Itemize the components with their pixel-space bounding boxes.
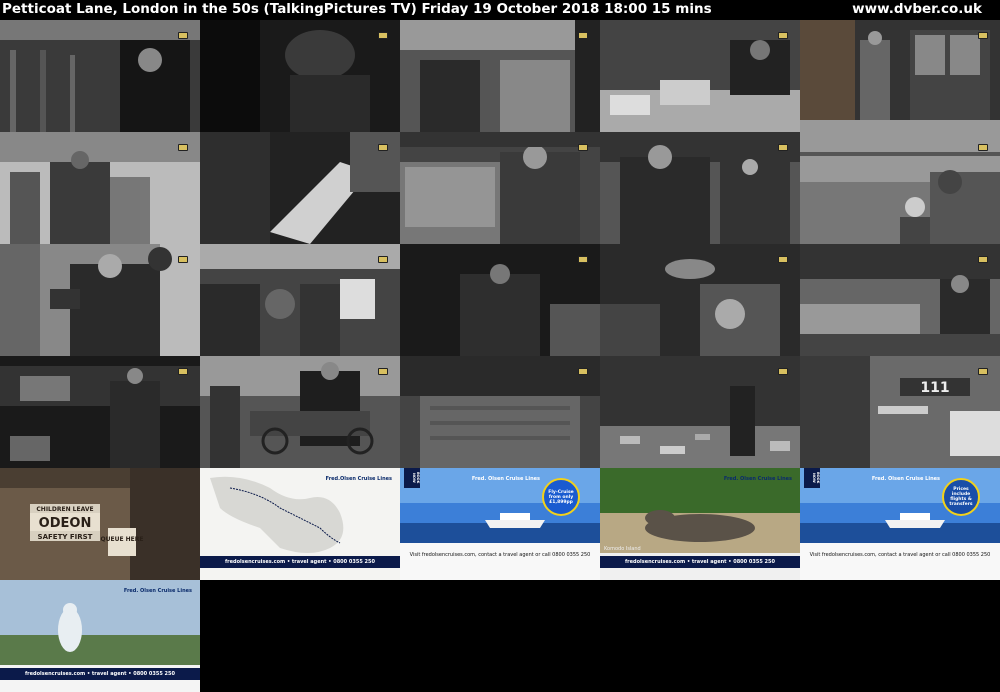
ad-thumbnail-map[interactable]: Fred.Olsen Cruise Lines fredolsencruises… bbox=[200, 468, 400, 580]
channel-logo-icon bbox=[578, 144, 588, 151]
queue-here-sign: QUEUE HERE bbox=[101, 536, 144, 543]
channel-logo-icon bbox=[178, 256, 188, 263]
thumbnail[interactable] bbox=[200, 132, 400, 244]
channel-logo-icon bbox=[978, 256, 988, 263]
ad-contact-line: Visit fredolsencruises.com, contact a tr… bbox=[809, 552, 991, 558]
ad-thumbnail-dragon[interactable]: Fred. Olsen Cruise Lines Komodo Island f… bbox=[600, 468, 800, 580]
thumbnail[interactable] bbox=[400, 20, 600, 132]
location-caption: Komodo Island bbox=[604, 546, 641, 552]
channel-logo-icon bbox=[978, 32, 988, 39]
thumbnail[interactable] bbox=[400, 132, 600, 244]
thumbnail[interactable] bbox=[800, 132, 1000, 244]
channel-logo-icon bbox=[378, 368, 388, 375]
channel-logo-icon bbox=[778, 32, 788, 39]
offer-badge: Fly-Cruise from only £1,899pp bbox=[542, 478, 580, 516]
channel-logo-icon bbox=[178, 144, 188, 151]
ad-thumbnail-ship[interactable]: BOOK NOW Fred. Olsen Cruise Lines Fly-Cr… bbox=[400, 468, 600, 580]
book-now-tag: BOOK NOW bbox=[804, 468, 820, 488]
channel-logo-icon bbox=[578, 32, 588, 39]
cruise-brand-logo: Fred. Olsen Cruise Lines bbox=[723, 476, 792, 482]
thumbnail[interactable]: 111 bbox=[800, 356, 1000, 468]
door-number-sign: 111 bbox=[920, 380, 949, 396]
thumbnail[interactable] bbox=[600, 356, 800, 468]
channel-logo-icon bbox=[178, 368, 188, 375]
cruise-brand-logo: Fred. Olsen Cruise Lines bbox=[871, 476, 940, 482]
offer-badge: Prices include flights & transfers bbox=[942, 478, 980, 516]
cruise-brand-logo: Fred. Olsen Cruise Lines bbox=[123, 588, 192, 594]
ad-contact-banner: fredolsencruises.com • travel agent • 08… bbox=[200, 556, 400, 568]
thumbnail[interactable] bbox=[600, 20, 800, 132]
channel-logo-icon bbox=[378, 256, 388, 263]
channel-logo-icon bbox=[978, 144, 988, 151]
cruise-brand-logo: Fred. Olsen Cruise Lines bbox=[471, 476, 540, 482]
thumbnail[interactable] bbox=[800, 20, 1000, 132]
thumbnail[interactable] bbox=[0, 356, 200, 468]
ad-contact-banner: fredolsencruises.com • travel agent • 08… bbox=[0, 668, 200, 680]
channel-logo-icon bbox=[578, 256, 588, 263]
channel-logo-icon bbox=[178, 32, 188, 39]
book-now-tag: BOOK NOW bbox=[404, 468, 420, 488]
channel-logo-icon bbox=[778, 368, 788, 375]
channel-logo-icon bbox=[378, 32, 388, 39]
thumbnail[interactable] bbox=[200, 356, 400, 468]
programme-title: Petticoat Lane, London in the 50s (Talki… bbox=[2, 1, 712, 17]
thumbnail[interactable] bbox=[0, 132, 200, 244]
thumbnail[interactable] bbox=[600, 244, 800, 356]
children-sign: CHILDREN LEAVE bbox=[36, 506, 93, 513]
thumbnail[interactable] bbox=[400, 356, 600, 468]
ad-thumbnail-buddha[interactable]: Fred. Olsen Cruise Lines fredolsencruise… bbox=[0, 580, 200, 692]
thumbnail[interactable] bbox=[200, 244, 400, 356]
channel-logo-icon bbox=[378, 144, 388, 151]
thumbnail[interactable] bbox=[400, 244, 600, 356]
thumbnail[interactable] bbox=[0, 20, 200, 132]
header-bar: Petticoat Lane, London in the 50s (Talki… bbox=[0, 0, 1000, 20]
channel-logo-icon bbox=[778, 144, 788, 151]
thumbnail[interactable] bbox=[600, 132, 800, 244]
thumbnail[interactable]: ODEON CHILDREN LEAVE SAFETY FIRST QUEUE HER… bbox=[0, 468, 200, 580]
ad-contact-line: Visit fredolsencruises.com, contact a tr… bbox=[409, 552, 591, 558]
cruise-brand-logo: Fred.Olsen Cruise Lines bbox=[325, 476, 392, 482]
channel-logo-icon bbox=[778, 256, 788, 263]
ad-contact-banner: fredolsencruises.com • travel agent • 08… bbox=[600, 556, 800, 568]
ad-thumbnail-ship-2[interactable]: BOOK NOW Fred. Olsen Cruise Lines Prices… bbox=[800, 468, 1000, 580]
odeon-sign: ODEON bbox=[39, 516, 92, 531]
site-url[interactable]: www.dvber.co.uk bbox=[852, 1, 982, 17]
thumbnail[interactable] bbox=[800, 244, 1000, 356]
thumbnail[interactable] bbox=[0, 244, 200, 356]
channel-logo-icon bbox=[578, 368, 588, 375]
thumbnail-grid: 111 ODEON CHILDREN LEAVE SAFETY FIRST QUEUE… bbox=[0, 20, 1000, 692]
thumbnail[interactable] bbox=[200, 20, 400, 132]
channel-logo-icon bbox=[978, 368, 988, 375]
safety-first-sign: SAFETY FIRST bbox=[38, 533, 93, 541]
